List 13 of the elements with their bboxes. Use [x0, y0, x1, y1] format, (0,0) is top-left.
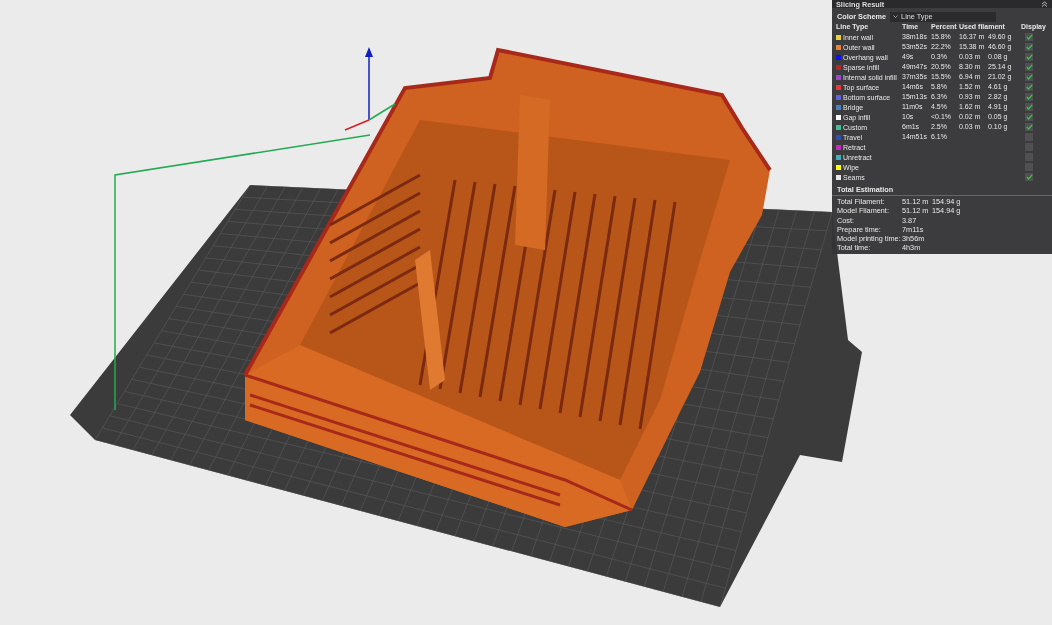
display-checkbox[interactable] — [1025, 103, 1033, 111]
display-checkbox[interactable] — [1025, 73, 1033, 81]
collapse-icon[interactable] — [1041, 1, 1048, 7]
display-checkbox[interactable] — [1025, 63, 1033, 71]
chevron-icon — [893, 15, 899, 18]
display-checkbox[interactable] — [1025, 173, 1033, 181]
display-checkbox[interactable] — [1025, 123, 1033, 131]
display-checkbox[interactable] — [1025, 93, 1033, 101]
display-checkbox[interactable] — [1025, 33, 1033, 41]
display-checkbox[interactable] — [1025, 53, 1033, 61]
display-checkbox[interactable] — [1025, 43, 1033, 51]
display-checkbox[interactable] — [1025, 113, 1033, 121]
display-checkbox[interactable] — [1025, 83, 1033, 91]
